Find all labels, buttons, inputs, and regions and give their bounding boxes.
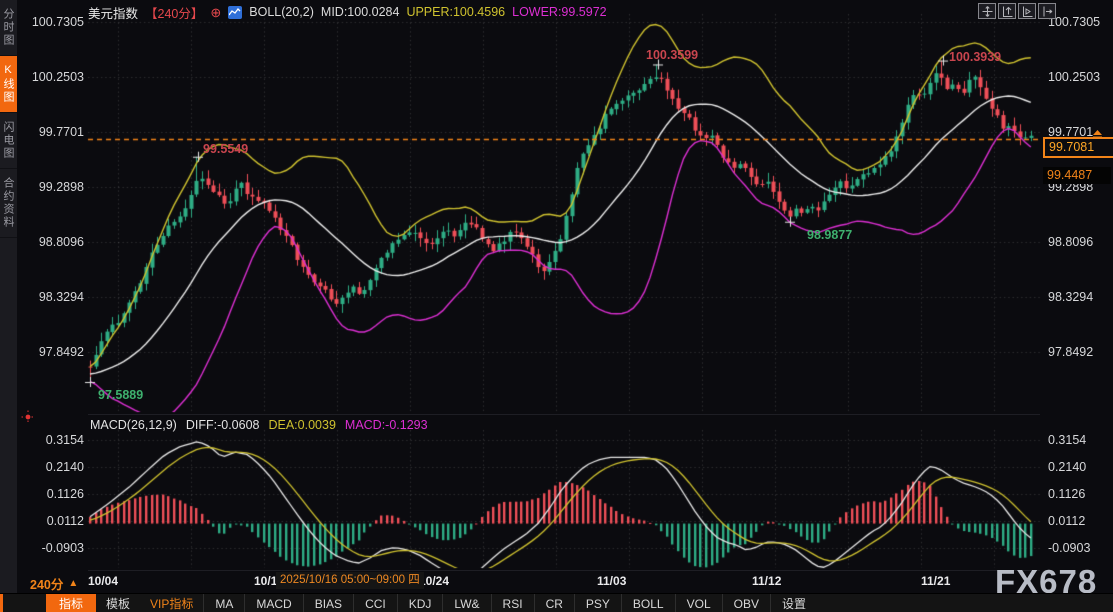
toolbar-item-bias[interactable]: BIAS (303, 594, 353, 612)
period-up-arrow-icon: ▲ (68, 578, 78, 589)
period-selector[interactable]: 240分 ▲ (30, 574, 78, 593)
macd-hist-value: MACD:-0.1293 (345, 418, 428, 432)
line-chart-icon[interactable] (228, 6, 242, 19)
price-annotation: 100.3939 (949, 50, 1001, 64)
toolbar-item-ma[interactable]: MA (203, 594, 244, 612)
price-axis-label: 0.2140 (1048, 460, 1086, 474)
time-range-tooltip: 2025/10/16 05:00~09:00 四 (276, 572, 424, 589)
pan-right-button[interactable] (1038, 3, 1056, 19)
chart-tool-buttons (978, 3, 1056, 19)
chart-header: 美元指数 【240分】 ⊕ BOLL(20,2) MID:100.0284 UP… (88, 4, 607, 20)
toolbar-tab-vip-indicators[interactable]: VIP指标 (140, 594, 203, 612)
sidebar-tab-time-chart[interactable]: 分时图 (0, 0, 17, 56)
price-axis-label: 0.2140 (22, 460, 84, 474)
price-axis-label: 98.8096 (1048, 235, 1093, 249)
price-axis-label: 100.7305 (22, 15, 84, 29)
time-axis-label: 11/12 (752, 574, 781, 588)
price-axis-label: 97.8492 (22, 345, 84, 359)
sidebar-tab-contract-info[interactable]: 合约资料 (0, 169, 17, 238)
price-axis-label: 100.2503 (1048, 70, 1100, 84)
toolbar-tab-templates[interactable]: 模板 (96, 594, 140, 612)
price-axis-label: 99.2898 (22, 180, 84, 194)
settle-price-box: 99.4487 (1043, 167, 1111, 184)
price-axis-label: 0.1126 (1048, 487, 1085, 501)
toolbar-item-vol[interactable]: VOL (675, 594, 722, 612)
toolbar-tab-indicators[interactable]: 指标 (46, 594, 96, 612)
axis-zoom-right-button[interactable] (1018, 3, 1036, 19)
price-annotation: 100.3599 (646, 48, 698, 62)
time-axis-label: 10/04 (88, 574, 118, 588)
boll-upper-value: UPPER:100.4596 (406, 5, 505, 19)
axis-zoom-up-button[interactable] (998, 3, 1016, 19)
circle-plus-icon[interactable]: ⊕ (210, 6, 221, 19)
price-annotation: 97.5889 (98, 388, 143, 402)
price-axis-label: 0.3154 (1048, 433, 1086, 447)
price-annotation: 99.5549 (203, 142, 248, 156)
price-axis-label: 98.3294 (22, 290, 84, 304)
macd-indicator-label: MACD(26,12,9) (90, 418, 177, 432)
toolbar-item-settings[interactable]: 设置 (770, 594, 817, 612)
boll-lower-value: LOWER:99.5972 (512, 5, 607, 19)
boll-indicator-label: BOLL(20,2) (249, 5, 314, 19)
time-axis-label: 11/03 (597, 574, 626, 588)
boll-mid-value: MID:100.0284 (321, 5, 400, 19)
price-axis-label: 0.0112 (1048, 514, 1085, 528)
period-selector-label: 240分 (30, 574, 63, 593)
price-axis-label: 0.3154 (22, 433, 84, 447)
price-marker-arrow-icon[interactable] (1091, 127, 1104, 145)
toolbar-item-macd[interactable]: MACD (244, 594, 302, 612)
price-axis-label: 98.3294 (1048, 290, 1093, 304)
price-chart-canvas[interactable] (0, 0, 1113, 612)
toolbar-item-rsi[interactable]: RSI (491, 594, 534, 612)
toolbar-item-cci[interactable]: CCI (353, 594, 397, 612)
price-axis-label: 0.0112 (22, 514, 84, 528)
price-axis-label: -0.0903 (1048, 541, 1090, 555)
axis-divider (88, 570, 1040, 571)
price-axis-label: 98.8096 (22, 235, 84, 249)
time-axis-label: 11/21 (921, 574, 950, 588)
price-axis-label: 0.1126 (22, 487, 84, 501)
price-axis-label: 100.2503 (22, 70, 84, 84)
pane-divider[interactable] (88, 414, 1040, 415)
macd-header: MACD(26,12,9) DIFF:-0.0608 DEA:0.0039 MA… (90, 418, 428, 432)
price-axis-label: 97.8492 (1048, 345, 1093, 359)
toolbar-item-kdj[interactable]: KDJ (397, 594, 443, 612)
left-sidebar: 分时图 K线图 闪电图 合约资料 (0, 0, 17, 593)
sidebar-tab-lightning-chart[interactable]: 闪电图 (0, 113, 17, 169)
toolbar-item-boll[interactable]: BOLL (621, 594, 675, 612)
price-axis-label: -0.0903 (22, 541, 84, 555)
sidebar-tab-candlestick-chart[interactable]: K线图 (0, 56, 17, 113)
red-beacon-icon (21, 410, 35, 429)
toolbar-item-lw[interactable]: LW& (442, 594, 490, 612)
move-crosshair-button[interactable] (978, 3, 996, 19)
price-annotation: 98.9877 (807, 228, 852, 242)
macd-diff-value: DIFF:-0.0608 (186, 418, 260, 432)
toolbar-item-obv[interactable]: OBV (722, 594, 770, 612)
indicator-toolbar: 指标 模板 VIP指标 MA MACD BIAS CCI KDJ LW& RSI… (0, 593, 1113, 612)
price-axis-label: 99.7701 (22, 125, 84, 139)
symbol-title: 美元指数 (88, 3, 138, 22)
macd-dea-value: DEA:0.0039 (268, 418, 335, 432)
toolbar-item-cr[interactable]: CR (534, 594, 574, 612)
toolbar-item-psy[interactable]: PSY (574, 594, 621, 612)
trading-app-window: 分时图 K线图 闪电图 合约资料 美元指数 【240分】 ⊕ BOLL(20,2… (0, 0, 1113, 612)
period-label: 【240分】 (145, 3, 203, 22)
